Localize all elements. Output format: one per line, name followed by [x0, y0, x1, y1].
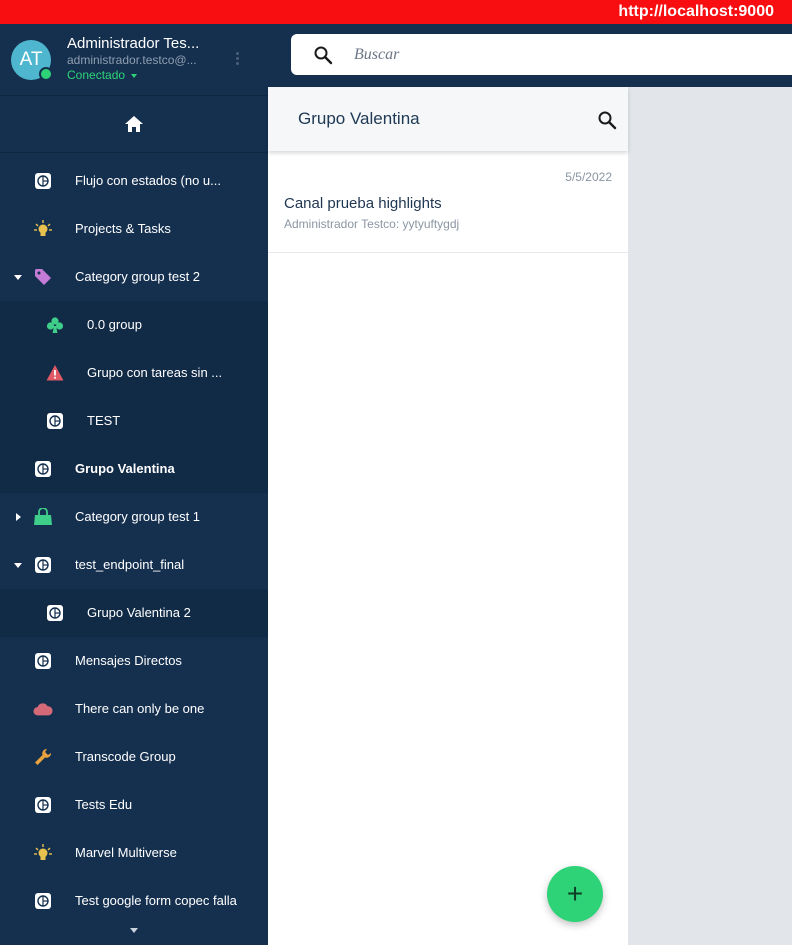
- channel-globe-icon: [33, 459, 53, 479]
- sidebar-item[interactable]: TEST: [0, 397, 268, 445]
- sidebar-item-label: Transcode Group: [75, 749, 176, 764]
- status-dropdown[interactable]: Conectado: [67, 68, 138, 82]
- presence-indicator: [39, 67, 53, 81]
- sidebar-item-label: Flujo con estados (no u...: [75, 173, 221, 188]
- channel-globe-icon: [45, 603, 65, 623]
- sidebar-item[interactable]: Category group test 2: [0, 253, 268, 301]
- caret-down-icon[interactable]: [12, 541, 24, 589]
- home-button[interactable]: [0, 96, 268, 153]
- profile-header[interactable]: AT Administrador Tes... administrador.te…: [0, 24, 268, 96]
- home-icon: [125, 116, 143, 132]
- sidebar-item[interactable]: There can only be one: [0, 685, 268, 733]
- sidebar-item-label: 0.0 group: [87, 317, 142, 332]
- sidebar-item[interactable]: Projects & Tasks: [0, 205, 268, 253]
- status-label: Conectado: [67, 68, 126, 82]
- scroll-down-icon[interactable]: [130, 928, 138, 933]
- url-bar: http://localhost:9000: [0, 0, 792, 24]
- lightbulb-icon: [33, 219, 53, 239]
- more-options-icon[interactable]: [232, 50, 242, 70]
- sidebar-item-label: Test google form copec falla: [75, 893, 237, 908]
- tag-icon: [33, 267, 53, 287]
- sidebar: AT Administrador Tes... administrador.te…: [0, 24, 268, 945]
- shopping-bag-icon: [33, 507, 53, 527]
- channel-globe-icon: [33, 651, 53, 671]
- sidebar-item-label: Grupo Valentina: [75, 461, 175, 476]
- sidebar-item-label: Mensajes Directos: [75, 653, 182, 668]
- sidebar-item-label: Category group test 1: [75, 509, 201, 524]
- url-text: http://localhost:9000: [618, 3, 774, 20]
- caret-right-icon[interactable]: [12, 493, 24, 541]
- panel-title: Grupo Valentina: [298, 109, 420, 128]
- sidebar-item-label: There can only be one: [75, 701, 205, 716]
- search-icon: [314, 46, 333, 65]
- profile-name: Administrador Tes...: [67, 35, 200, 52]
- add-button[interactable]: +: [547, 866, 603, 922]
- add-icon: +: [566, 878, 584, 909]
- wrench-icon: [33, 747, 53, 767]
- sidebar-item-label: Tests Edu: [75, 797, 133, 812]
- lightbulb-icon: [33, 843, 53, 863]
- sidebar-item-label: test_endpoint_final: [75, 557, 185, 572]
- sidebar-item[interactable]: Grupo Valentina: [0, 445, 268, 493]
- channel-globe-icon: [33, 171, 53, 191]
- profile-email: administrador.testco@...: [67, 53, 197, 67]
- sidebar-item[interactable]: Grupo Valentina 2: [0, 589, 268, 637]
- caret-down-icon[interactable]: [12, 253, 24, 301]
- sidebar-item-label: Category group test 2: [75, 269, 201, 284]
- sidebar-item[interactable]: Transcode Group: [0, 733, 268, 781]
- channel-list-item[interactable]: 5/5/2022 Canal prueba highlights Adminis…: [268, 163, 628, 253]
- warning-icon: [45, 363, 65, 383]
- sidebar-item[interactable]: Mensajes Directos: [0, 637, 268, 685]
- sidebar-item[interactable]: Flujo con estados (no u...: [0, 157, 268, 205]
- sidebar-item[interactable]: Grupo con tareas sin ...: [0, 349, 268, 397]
- channel-globe-icon: [33, 555, 53, 575]
- channel-date: 5/5/2022: [565, 170, 612, 184]
- sidebar-item[interactable]: Marvel Multiverse: [0, 829, 268, 877]
- sidebar-item-label: Grupo Valentina 2: [87, 605, 191, 620]
- sidebar-item[interactable]: 0.0 group: [0, 301, 268, 349]
- sidebar-item[interactable]: Category group test 1: [0, 493, 268, 541]
- cloud-icon: [33, 699, 53, 719]
- chevron-down-icon: [131, 73, 138, 78]
- channel-last-message: Administrador Testco: yytyuftygdj: [284, 217, 460, 231]
- sidebar-item-label: Projects & Tasks: [75, 221, 171, 236]
- search-icon[interactable]: [597, 110, 617, 130]
- channel-globe-icon: [33, 795, 53, 815]
- club-icon: [45, 315, 65, 335]
- sidebar-item[interactable]: test_endpoint_final: [0, 541, 268, 589]
- channel-globe-icon: [45, 411, 65, 431]
- channel-name: Canal prueba highlights: [284, 195, 442, 212]
- panel-header: Grupo Valentina: [268, 87, 628, 151]
- sidebar-item-label: Grupo con tareas sin ...: [87, 365, 223, 380]
- channel-globe-icon: [33, 891, 53, 911]
- sidebar-item[interactable]: Tests Edu: [0, 781, 268, 829]
- sidebar-item[interactable]: Test google form copec falla: [0, 877, 268, 925]
- channel-panel: Grupo Valentina 5/5/2022 Canal prueba hi…: [268, 87, 628, 945]
- sidebar-item-label: Marvel Multiverse: [75, 845, 177, 860]
- search-bar[interactable]: [291, 34, 792, 75]
- search-input[interactable]: [354, 42, 754, 68]
- avatar-initials: AT: [19, 49, 43, 70]
- sidebar-item-label: TEST: [87, 413, 121, 428]
